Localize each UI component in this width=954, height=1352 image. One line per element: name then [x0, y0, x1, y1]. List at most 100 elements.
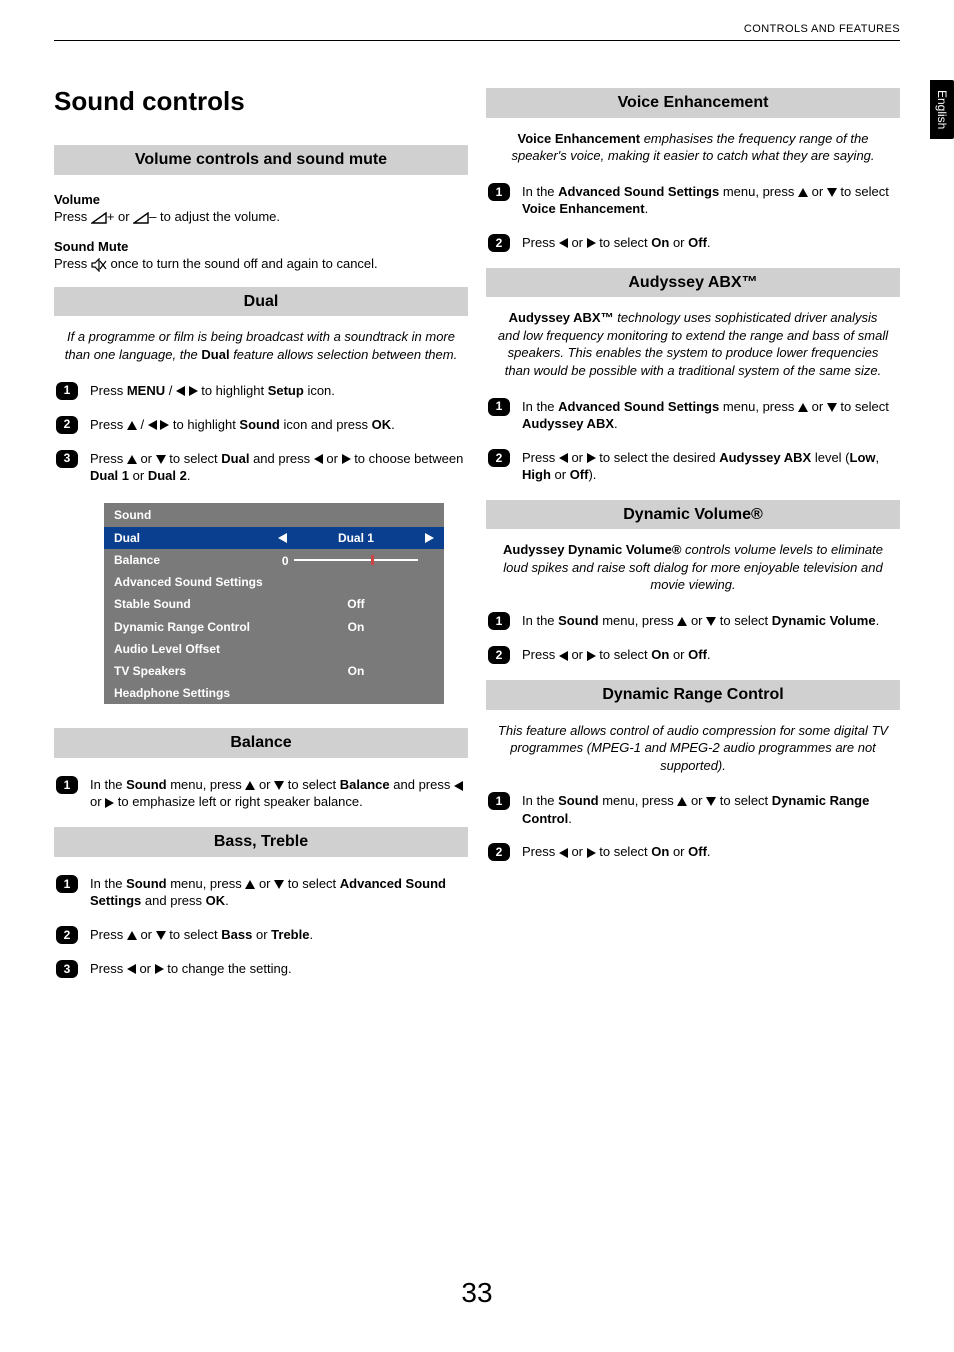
text: feature allows selection between them. [230, 347, 458, 362]
up-arrow-icon [127, 421, 137, 430]
text: once to turn the sound off and again to … [110, 256, 377, 271]
menu-value: Dual 1 [278, 530, 434, 546]
menu-label: Audio Level Offset [114, 641, 434, 657]
slider-zero-label: 0 [282, 553, 289, 569]
menu-label: Dual [114, 530, 278, 546]
section-balance: Balance [54, 728, 468, 758]
menu-value: Off [278, 596, 434, 612]
step-number: 1 [488, 792, 510, 810]
section-abx: Audyssey ABX™ [486, 268, 900, 298]
menu-title: Sound [104, 503, 444, 527]
dual-step-1: 1 Press MENU / to highlight Setup icon. [54, 382, 468, 400]
left-arrow-icon [278, 533, 287, 543]
volume-triangle-icon [91, 212, 107, 224]
step-number: 3 [56, 960, 78, 978]
step-number: 1 [56, 382, 78, 400]
step-number: 2 [488, 234, 510, 252]
step-text: Press or to select On or Off. [522, 843, 900, 861]
right-arrow-icon [587, 453, 596, 463]
dual-step-2: 2 Press / to highlight Sound icon and pr… [54, 416, 468, 434]
volume-triangle-icon [133, 212, 149, 224]
up-arrow-icon [798, 403, 808, 412]
up-arrow-icon [677, 797, 687, 806]
step-number: 1 [56, 875, 78, 893]
sound-menu: Sound Dual Dual 1 Balance 0 [104, 503, 444, 705]
volume-heading: Volume [54, 191, 468, 209]
abx-step-2: 2 Press or to select the desired Audysse… [486, 449, 900, 484]
bass-step-1: 1 In the Sound menu, press or to select … [54, 875, 468, 910]
voice-intro: Voice Enhancement emphasises the frequen… [496, 130, 890, 165]
menu-label: Balance [114, 552, 278, 568]
text: Press [54, 209, 91, 224]
step-text: Press or to select Dual and press or to … [90, 450, 468, 485]
menu-label: Stable Sound [114, 596, 278, 612]
menu-value-text: Dual 1 [294, 530, 418, 546]
up-arrow-icon [798, 188, 808, 197]
right-arrow-icon [189, 386, 198, 396]
left-arrow-icon [176, 386, 185, 396]
bass-step-3: 3 Press or to change the setting. [54, 960, 468, 978]
menu-row-dual: Dual Dual 1 [104, 527, 444, 549]
abx-step-1: 1 In the Advanced Sound Settings menu, p… [486, 398, 900, 433]
step-text: Press or to select Bass or Treble. [90, 926, 468, 944]
right-arrow-icon [587, 651, 596, 661]
step-number: 3 [56, 450, 78, 468]
step-text: In the Advanced Sound Settings menu, pre… [522, 183, 900, 218]
step-number: 2 [488, 449, 510, 467]
menu-label: TV Speakers [114, 663, 278, 679]
dynvol-intro: Audyssey Dynamic Volume® controls volume… [496, 541, 890, 594]
left-arrow-icon [559, 238, 568, 248]
header-rule [54, 40, 900, 41]
step-text: Press / to highlight Sound icon and pres… [90, 416, 468, 434]
drc-step-2: 2 Press or to select On or Off. [486, 843, 900, 861]
up-arrow-icon [677, 617, 687, 626]
menu-label: Advanced Sound Settings [114, 574, 434, 590]
abx-intro: Audyssey ABX™ technology uses sophistica… [496, 309, 890, 379]
up-arrow-icon [127, 455, 137, 464]
page-title: Sound controls [54, 84, 468, 119]
right-arrow-icon [155, 964, 164, 974]
menu-row-alo: Audio Level Offset [104, 638, 444, 660]
step-text: Press MENU / to highlight Setup icon. [90, 382, 468, 400]
menu-value: On [278, 619, 434, 635]
menu-row-drc: Dynamic Range Control On [104, 616, 444, 638]
breadcrumb: CONTROLS AND FEATURES [744, 22, 900, 37]
mute-body: Press once to turn the sound off and aga… [54, 255, 468, 273]
section-dual: Dual [54, 287, 468, 317]
drc-step-1: 1 In the Sound menu, press or to select … [486, 792, 900, 827]
left-arrow-icon [559, 453, 568, 463]
step-number: 2 [488, 843, 510, 861]
right-arrow-icon [587, 848, 596, 858]
down-arrow-icon [827, 403, 837, 412]
menu-row-stable: Stable Sound Off [104, 593, 444, 615]
step-number: 2 [56, 416, 78, 434]
step-text: Press or to select the desired Audyssey … [522, 449, 900, 484]
step-number: 2 [56, 926, 78, 944]
down-arrow-icon [706, 797, 716, 806]
section-bass-treble: Bass, Treble [54, 827, 468, 857]
menu-row-ass: Advanced Sound Settings [104, 571, 444, 593]
left-arrow-icon [559, 848, 568, 858]
mute-heading: Sound Mute [54, 238, 468, 256]
dual-intro: If a programme or film is being broadcas… [64, 328, 458, 363]
down-arrow-icon [274, 880, 284, 889]
dynvol-step-2: 2 Press or to select On or Off. [486, 646, 900, 664]
text: Dual [201, 347, 229, 362]
step-number: 1 [56, 776, 78, 794]
step-text: Press or to select On or Off. [522, 234, 900, 252]
voice-step-2: 2 Press or to select On or Off. [486, 234, 900, 252]
balance-step-1: 1 In the Sound menu, press or to select … [54, 776, 468, 811]
bass-step-2: 2 Press or to select Bass or Treble. [54, 926, 468, 944]
step-text: Press or to change the setting. [90, 960, 468, 978]
right-arrow-icon [160, 420, 169, 430]
section-dynvol: Dynamic Volume® [486, 500, 900, 530]
voice-step-1: 1 In the Advanced Sound Settings menu, p… [486, 183, 900, 218]
dynvol-step-1: 1 In the Sound menu, press or to select … [486, 612, 900, 630]
section-volume: Volume controls and sound mute [54, 145, 468, 175]
up-arrow-icon [245, 781, 255, 790]
down-arrow-icon [827, 188, 837, 197]
left-arrow-icon [148, 420, 157, 430]
left-arrow-icon [314, 454, 323, 464]
step-number: 1 [488, 398, 510, 416]
up-arrow-icon [127, 931, 137, 940]
